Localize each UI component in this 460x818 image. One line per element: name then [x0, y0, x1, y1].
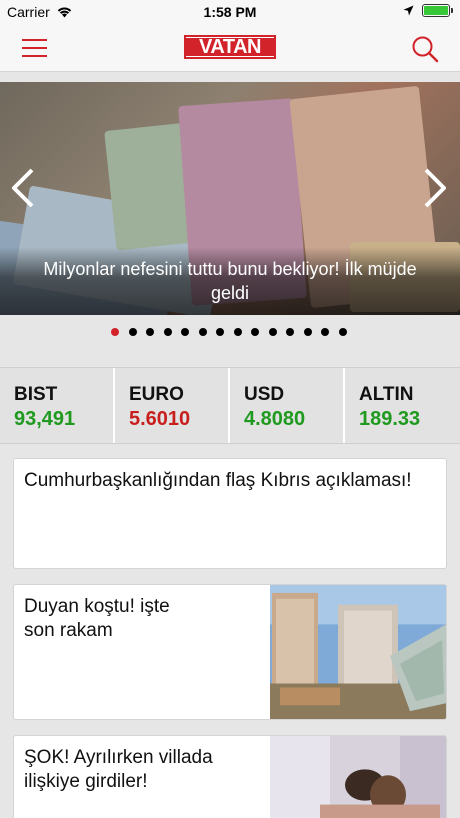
slider-pagination[interactable] — [0, 328, 460, 342]
location-arrow-icon — [403, 5, 414, 16]
status-right — [403, 4, 453, 17]
news-title[interactable]: Duyan koştu! işte son rakam — [24, 595, 204, 643]
hero-slider[interactable]: Milyonlar nefesini tuttu bunu bekliyor! … — [0, 82, 460, 315]
slider-dot[interactable] — [146, 328, 154, 336]
slider-dot[interactable] — [303, 328, 312, 336]
slider-dot[interactable] — [128, 328, 137, 336]
slider-dot[interactable] — [251, 328, 259, 336]
vatan-logo[interactable]: VATAN — [184, 35, 276, 59]
battery-icon — [422, 4, 453, 17]
market-ticker: BIST 93,491 EURO 5.6010 USD 4.8080 ALTIN 189.33 — [0, 367, 460, 444]
chevron-left-icon[interactable] — [8, 166, 38, 210]
hero-caption[interactable]: Milyonlar nefesini tuttu bunu bekliyor! … — [30, 257, 430, 305]
news-title[interactable]: ŞOK! Ayrılırken villada ilişkiye girdile… — [24, 746, 264, 794]
slider-dot[interactable] — [181, 328, 189, 336]
chevron-right-icon[interactable] — [420, 166, 450, 210]
slider-dot[interactable] — [111, 328, 119, 336]
slider-dot[interactable] — [268, 328, 277, 336]
slider-dot[interactable] — [233, 328, 242, 336]
news-card-2[interactable]: Duyan koştu! işte son rakam — [13, 584, 447, 720]
market-name: EURO — [129, 384, 184, 405]
slider-dot[interactable] — [338, 328, 347, 336]
slider-dot[interactable] — [286, 328, 294, 336]
menu-icon[interactable] — [22, 37, 47, 59]
market-item-usd[interactable]: USD 4.8080 — [230, 368, 345, 443]
market-item-bist[interactable]: BIST 93,491 — [0, 368, 115, 443]
status-bar: Carrier 1:58 PM — [0, 0, 460, 24]
market-value: 5.6010 — [129, 408, 191, 430]
market-item-altin[interactable]: ALTIN 189.33 — [345, 368, 460, 443]
market-value: 4.8080 — [244, 408, 306, 430]
market-name: ALTIN — [359, 384, 414, 405]
market-value: 189.33 — [359, 408, 421, 430]
slider-dot[interactable] — [198, 328, 207, 336]
market-item-euro[interactable]: EURO 5.6010 — [115, 368, 230, 443]
market-name: USD — [244, 384, 285, 405]
search-icon[interactable] — [410, 34, 440, 64]
app-header: VATAN — [0, 24, 460, 72]
market-name: BIST — [14, 384, 58, 405]
news-title[interactable]: Cumhurbaşkanlığından flaş Kıbrıs açıklam… — [24, 469, 439, 493]
news-thumbnail[interactable] — [270, 585, 446, 719]
news-card-3[interactable]: ŞOK! Ayrılırken villada ilişkiye girdile… — [13, 735, 447, 818]
market-value: 93,491 — [14, 408, 76, 430]
slider-dot[interactable] — [321, 328, 329, 336]
slider-dot[interactable] — [216, 328, 224, 336]
news-card-1[interactable]: Cumhurbaşkanlığından flaş Kıbrıs açıklam… — [13, 458, 447, 569]
status-time: 1:58 PM — [203, 4, 257, 20]
slider-dot[interactable] — [163, 328, 172, 336]
news-thumbnail[interactable] — [270, 736, 446, 818]
